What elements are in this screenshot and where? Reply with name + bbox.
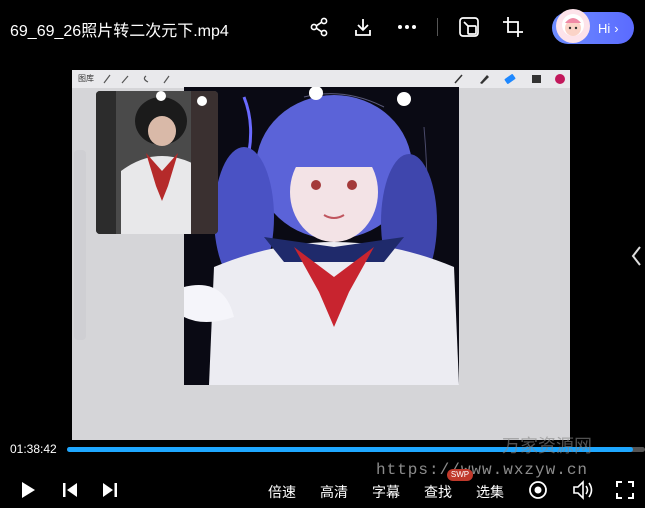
ai-avatar <box>556 9 590 43</box>
app-brush-icons <box>454 74 565 84</box>
danmaku-icon[interactable] <box>527 478 549 502</box>
episode-select-button[interactable]: 选集 <box>476 482 504 502</box>
top-bar: 69_69_26照片转二次元下.mp4 Hi › <box>0 0 645 56</box>
app-tool-icons <box>103 74 170 84</box>
gallery-label: 图库 <box>78 74 94 83</box>
speed-button[interactable]: 倍速 <box>268 482 296 502</box>
volume-icon[interactable] <box>571 478 595 502</box>
more-icon[interactable] <box>394 14 420 40</box>
share-icon[interactable] <box>306 14 332 40</box>
video-title: 69_69_26照片转二次元下.mp4 <box>10 23 229 40</box>
divider <box>437 18 438 36</box>
anime-artwork <box>184 87 459 385</box>
reference-photo <box>96 91 218 234</box>
ai-label: Hi <box>598 20 611 36</box>
play-button[interactable] <box>16 478 40 502</box>
watermark-brand: 万家资源网 <box>502 436 592 456</box>
watermark-url: https://www.wxzyw.cn <box>376 461 589 479</box>
download-icon[interactable] <box>350 14 376 40</box>
ai-assistant-button[interactable]: Hi › <box>552 9 634 44</box>
search-button[interactable]: 查找 <box>424 482 452 502</box>
fullscreen-icon[interactable] <box>614 478 636 502</box>
previous-button[interactable] <box>58 478 82 502</box>
quality-button[interactable]: 高清 <box>320 482 348 502</box>
side-panel-toggle[interactable] <box>630 245 642 272</box>
crop-icon[interactable] <box>500 14 526 40</box>
picture-in-picture-icon[interactable] <box>456 14 482 40</box>
swp-badge: SWP <box>447 469 473 481</box>
next-button[interactable] <box>98 478 122 502</box>
app-side-rail <box>74 150 86 340</box>
app-toolbar: 图库 <box>72 70 570 88</box>
current-time: 01:38:42 <box>10 442 57 456</box>
chevron-right-icon: › <box>614 20 619 36</box>
video-frame[interactable]: 图库 <box>72 70 570 440</box>
subtitle-button[interactable]: 字幕 <box>372 482 400 502</box>
